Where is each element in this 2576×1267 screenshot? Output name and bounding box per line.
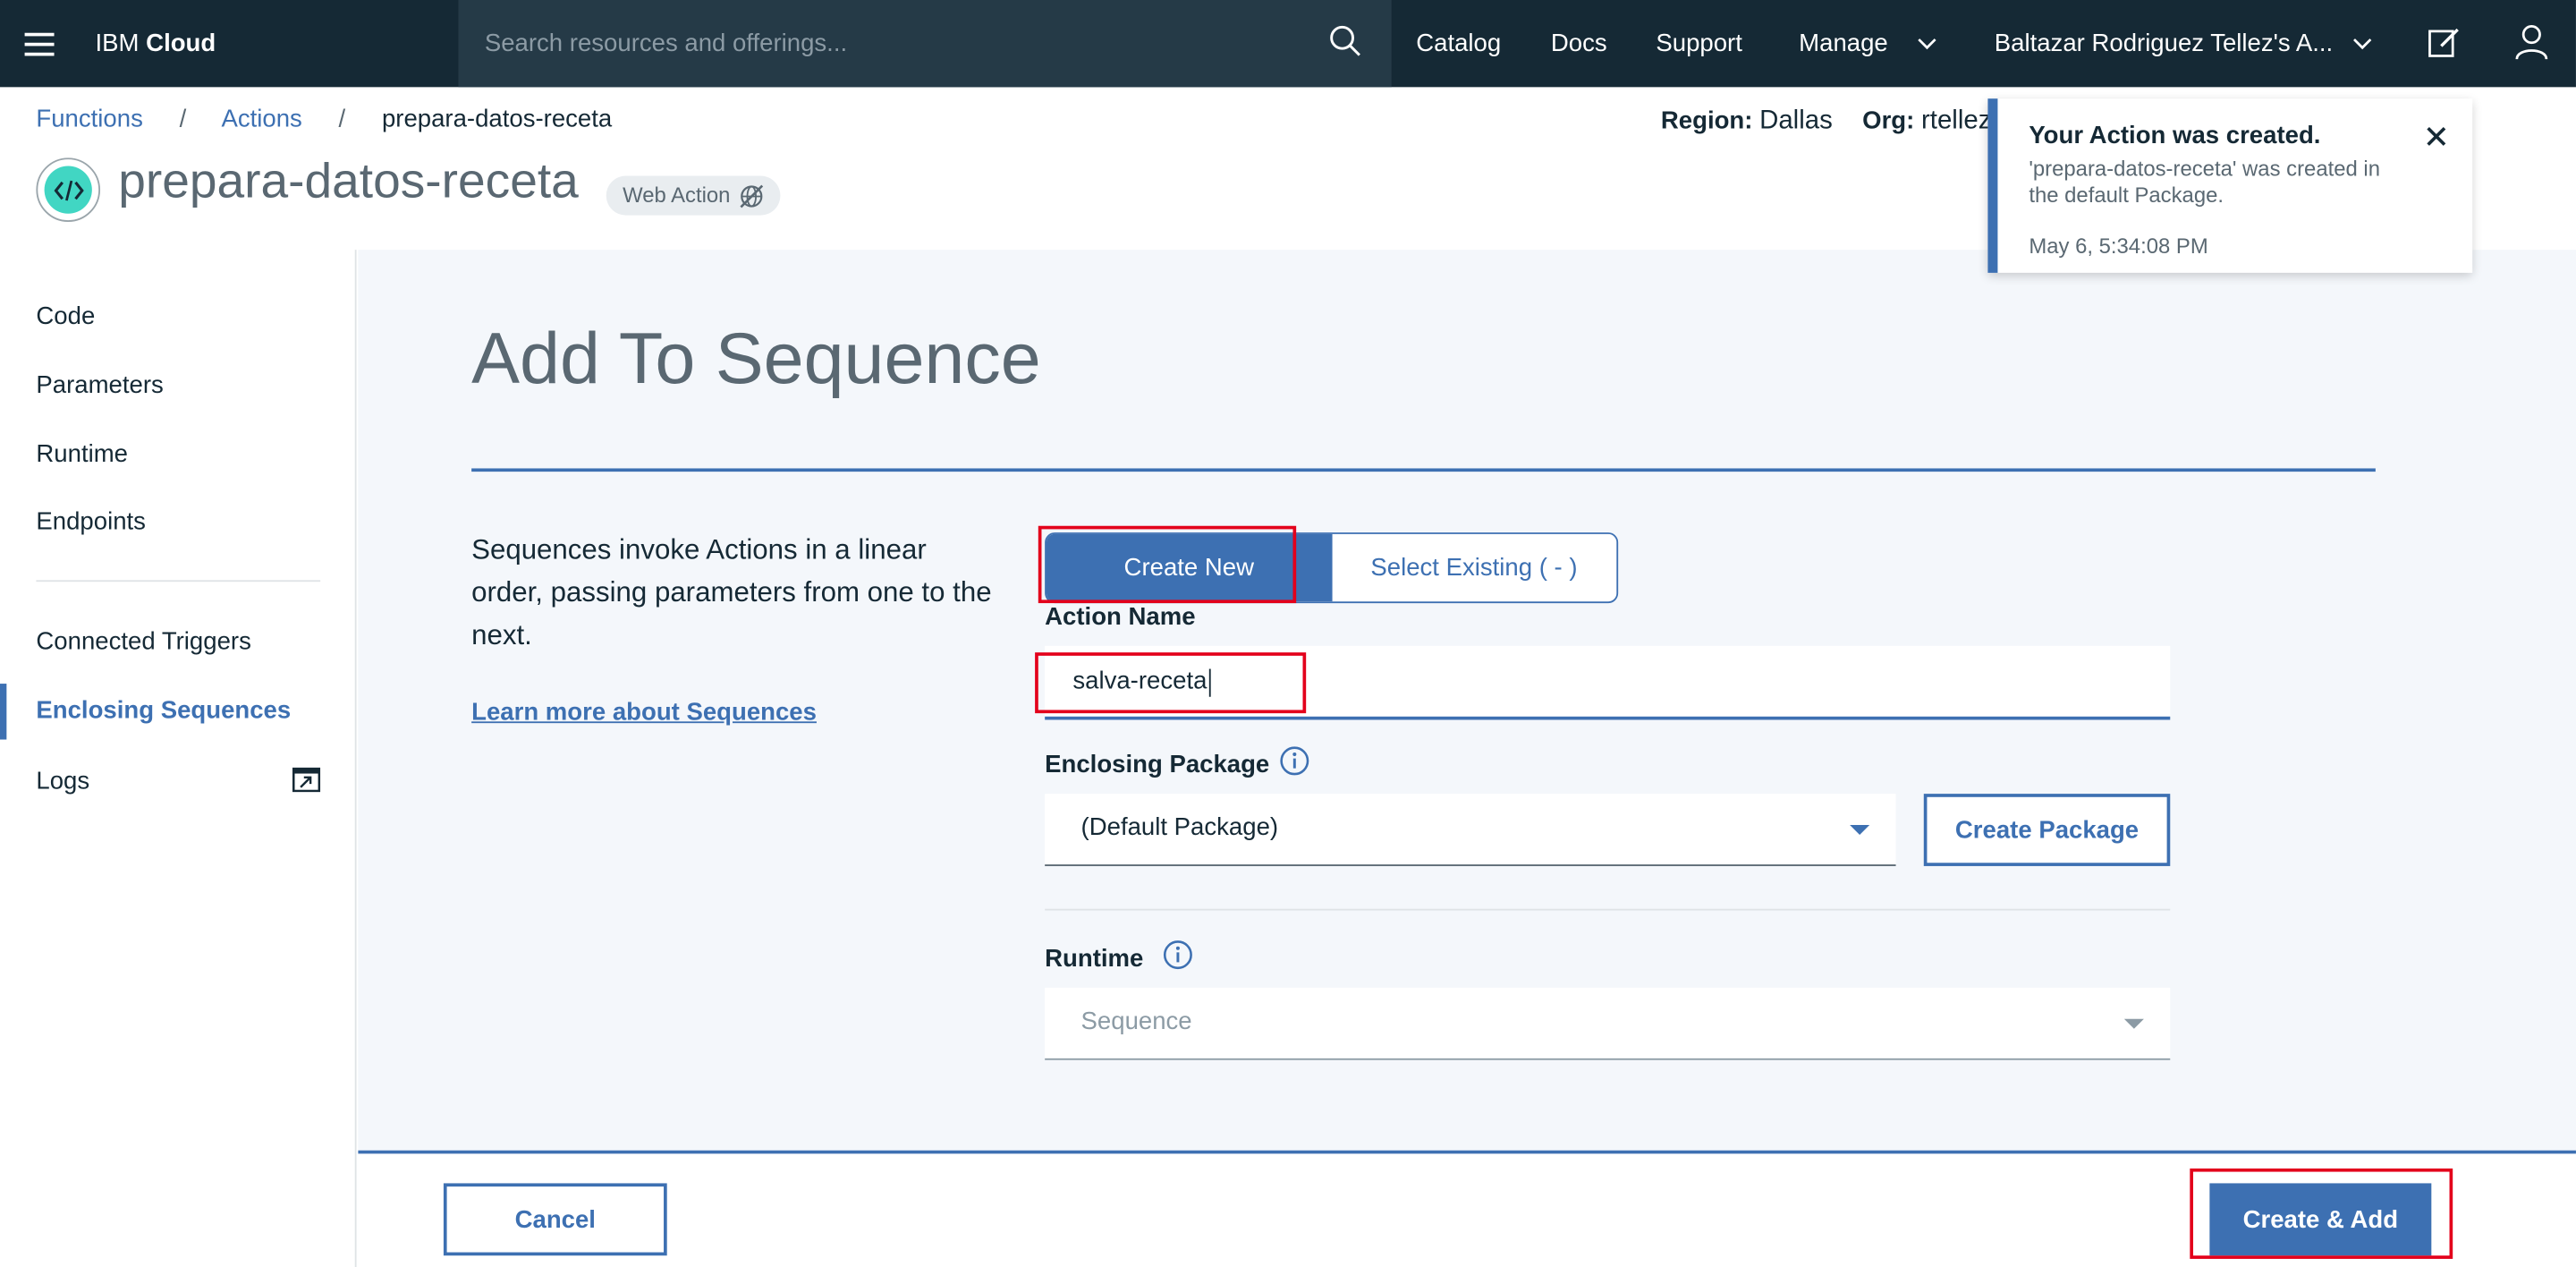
brand-bold: Cloud <box>146 30 216 58</box>
main-panel: Add To Sequence Sequences invoke Actions… <box>358 250 2576 1267</box>
sequence-description: Sequences invoke Actions in a linear ord… <box>471 533 992 651</box>
field-divider <box>1045 908 2171 911</box>
success-toast: Your Action was created. 'prepara-datos-… <box>1987 98 2473 273</box>
sidebar-item-logs[interactable]: Logs <box>36 768 89 795</box>
text-cursor <box>1208 668 1211 696</box>
nav-support[interactable]: Support <box>1656 0 1742 87</box>
breadcrumb-actions[interactable]: Actions <box>221 106 301 133</box>
web-action-badge: Web Action <box>606 175 781 216</box>
caret-down-icon <box>1850 825 1870 836</box>
info-icon[interactable] <box>1163 940 1192 970</box>
sidebar-item-enclosing-sequences[interactable]: Enclosing Sequences <box>36 697 291 725</box>
sequence-mode-toggle: Create New Select Existing ( - ) <box>1045 532 1619 604</box>
web-action-label: Web Action <box>623 182 731 208</box>
sidebar-item-runtime[interactable]: Runtime <box>36 440 128 468</box>
account-switcher[interactable]: Baltazar Rodriguez Tellez's A... <box>1995 0 2373 87</box>
region-org-info: Region: Dallas Org: rtellez <box>1661 106 1991 136</box>
search-icon[interactable] <box>1329 25 1362 64</box>
runtime-label: Runtime <box>1045 945 1144 974</box>
breadcrumb-separator: / <box>338 105 346 133</box>
org-label: Org: <box>1862 106 1915 135</box>
region-value: Dallas <box>1759 106 1833 135</box>
learn-more-link[interactable]: Learn more about Sequences <box>471 699 817 727</box>
nav-manage[interactable]: Manage <box>1799 0 1937 87</box>
nav-catalog[interactable]: Catalog <box>1416 0 1501 87</box>
sidebar: Code Parameters Runtime Endpoints Connec… <box>0 250 357 1267</box>
toast-body: 'prepara-datos-receta' was created in th… <box>2029 156 2381 208</box>
page-title: prepara-datos-receta <box>118 154 579 209</box>
runtime-select: Sequence <box>1045 987 2171 1060</box>
toast-timestamp: May 6, 5:34:08 PM <box>2029 233 2208 259</box>
sidebar-active-indicator <box>0 684 7 740</box>
form-footer: Cancel Create & Add <box>358 1150 2576 1267</box>
create-add-button[interactable]: Create & Add <box>2209 1183 2432 1256</box>
app-root: IBM Cloud Search resources and offerings… <box>0 0 2576 1267</box>
action-name-input[interactable]: salva-receta <box>1045 645 2171 720</box>
external-link-icon[interactable] <box>292 767 321 799</box>
section-title: Add To Sequence <box>471 319 1041 400</box>
edit-icon[interactable] <box>2428 26 2462 65</box>
sidebar-item-code[interactable]: Code <box>36 302 95 330</box>
create-package-button[interactable]: Create Package <box>1923 794 2171 866</box>
section-divider <box>471 468 2376 472</box>
user-icon[interactable] <box>2515 25 2548 68</box>
caret-down-icon <box>2123 1018 2144 1029</box>
brand-logo[interactable]: IBM Cloud <box>79 30 456 57</box>
select-existing-toggle[interactable]: Select Existing ( - ) <box>1332 534 1617 601</box>
action-name-label: Action Name <box>1045 603 1196 632</box>
cancel-button[interactable]: Cancel <box>443 1183 667 1256</box>
org-value: rtellez <box>1920 106 1992 135</box>
runtime-value: Sequence <box>1080 1007 1192 1036</box>
search-input[interactable]: Search resources and offerings... <box>458 0 1392 88</box>
globe-disabled-icon <box>740 184 764 208</box>
chevron-down-icon <box>1919 38 1937 50</box>
top-bar: IBM Cloud Search resources and offerings… <box>0 0 2576 88</box>
menu-icon[interactable] <box>0 0 79 87</box>
sidebar-divider <box>36 580 321 582</box>
chevron-down-icon <box>2353 38 2372 50</box>
action-name-value: salva-receta <box>1072 667 1208 695</box>
nav-docs[interactable]: Docs <box>1551 0 1607 87</box>
info-icon[interactable] <box>1280 746 1309 776</box>
enclosing-package-select[interactable]: (Default Package) <box>1045 794 1896 866</box>
nav-manage-label: Manage <box>1799 30 1888 58</box>
close-icon[interactable] <box>2427 125 2446 155</box>
sidebar-item-endpoints[interactable]: Endpoints <box>36 508 146 536</box>
breadcrumb-separator: / <box>179 105 187 133</box>
sidebar-item-connected-triggers[interactable]: Connected Triggers <box>36 628 250 656</box>
enclosing-package-label: Enclosing Package <box>1045 751 1270 779</box>
action-code-icon <box>36 157 101 222</box>
sidebar-item-parameters[interactable]: Parameters <box>36 371 163 399</box>
breadcrumb-functions[interactable]: Functions <box>36 106 142 133</box>
breadcrumb: Functions / Actions / prepara-datos-rece… <box>36 106 612 133</box>
search-placeholder: Search resources and offerings... <box>484 30 848 58</box>
create-new-toggle[interactable]: Create New <box>1046 533 1332 602</box>
region-label: Region: <box>1660 106 1753 135</box>
brand-prefix: IBM <box>95 30 140 58</box>
enclosing-package-value: (Default Package) <box>1080 813 1279 842</box>
breadcrumb-current: prepara-datos-receta <box>381 105 613 133</box>
account-name: Baltazar Rodriguez Tellez's A... <box>1994 30 2334 58</box>
toast-title: Your Action was created. <box>2029 121 2321 150</box>
